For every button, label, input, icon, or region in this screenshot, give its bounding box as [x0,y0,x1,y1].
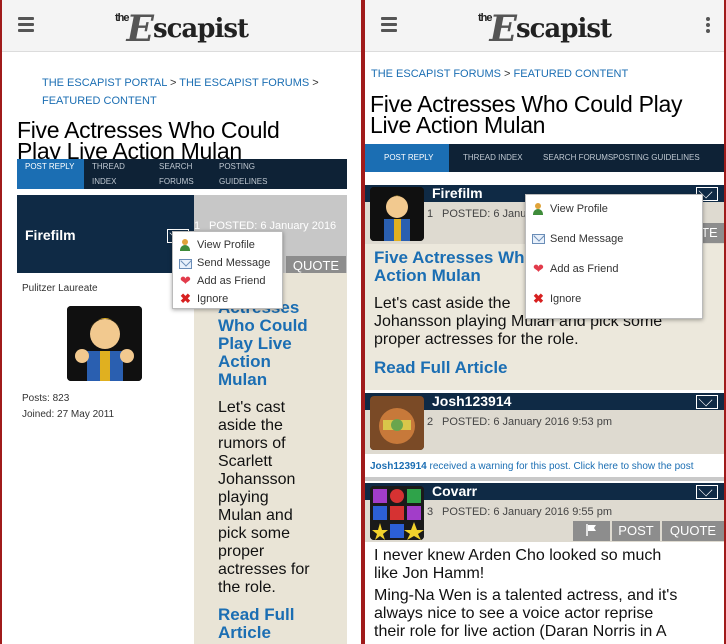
post-divider [365,477,724,481]
top-bar: theEscapist [365,0,724,52]
breadcrumb: THE ESCAPIST FORUMS > FEATURED CONTENT [371,68,629,80]
user-post-count: Posts: 823 [22,393,70,404]
thread-tabs: POST REPLY THREAD INDEX SEARCH FORUMS POST… [17,159,347,189]
breadcrumb: THE ESCAPIST PORTAL > THE ESCAPIST FORUM… [42,77,319,107]
tab-search-forums[interactable]: SEARCH FORUMS [531,144,613,172]
post-text: Let's cast aside the rumors of Scarlett Joha… [218,399,310,596]
profile-icon [179,239,192,251]
ignore-x-icon: ✖ [180,291,191,306]
tab-thread-index[interactable]: THREAD INDEX [84,159,151,189]
profile-icon [532,203,545,215]
article-title[interactable]: ActressesWho CouldPlay LiveActionMulan [218,299,308,389]
post-3-number: 3 [427,506,434,518]
left-screen: theEscapist THE ESCAPIST PORTAL > THE ES… [2,0,361,644]
breadcrumb-forums[interactable]: THE ESCAPIST FORUMS [371,68,501,80]
ignore-x-icon: ✖ [533,291,544,306]
post-2-avatar[interactable] [370,396,424,450]
post-3-date: POSTED: 6 January 2016 9:55 pm [442,506,612,518]
menu-view-profile[interactable]: View Profile [532,203,696,233]
tab-posting-guidelines[interactable]: POSTING GUIDELINES [211,159,291,189]
post-body: ActressesWho CouldPlay LiveActionMulan L… [194,273,347,644]
breadcrumb-featured[interactable]: FEATURED CONTENT [42,95,157,107]
site-logo[interactable]: theEscapist [2,8,361,50]
read-full-article-link[interactable]: Read Full Article [374,359,508,377]
user-info-column: Pulitzer Laureate Posts: 823 Joined: 27 … [17,273,194,644]
breadcrumb-forums[interactable]: THE ESCAPIST FORUMS [179,77,309,89]
post-author-bar: Firefilm [17,195,194,273]
post-1-article-title[interactable]: Five Actresses Wh Action Mulan [374,249,525,285]
menu-send-message[interactable]: Send Message [179,254,276,272]
post-2-date: POSTED: 6 January 2016 9:53 pm [442,416,612,428]
more-options-icon[interactable] [706,17,710,35]
menu-ignore[interactable]: ✖ Ignore [179,290,276,308]
site-logo[interactable]: theEscapist [365,8,724,50]
post-1-author[interactable]: Firefilm [432,185,483,201]
tab-posting-guidelines[interactable]: POSTING GUIDELINES [607,144,724,172]
mail-icon [532,234,545,244]
mail-icon [179,258,192,269]
top-bar: theEscapist [2,0,361,52]
tab-post-reply[interactable]: POST REPLY [17,159,84,189]
post-1-number: 1 [427,208,434,220]
envelope-icon[interactable] [696,485,718,499]
user-rank: Pulitzer Laureate [22,283,98,294]
post-button[interactable]: POST [612,521,660,541]
page-title: Five Actresses Who Could Play Live Action… [17,117,280,164]
user-popup-menu: View Profile Send Message ❤ Add as Friend… [525,194,703,319]
thread-tabs: POST REPLY THREAD INDEX SEARCH FORUMS PO… [365,144,724,172]
post-1-avatar[interactable] [370,187,424,241]
post-3-avatar[interactable] [370,486,424,540]
right-screen: theEscapist THE ESCAPIST FORUMS > FEATUR… [365,0,724,644]
quote-button[interactable]: QUOTE [662,521,724,541]
menu-send-message[interactable]: Send Message [532,233,696,263]
tab-search-forums[interactable]: SEARCH FORUMS [151,159,211,189]
post-2-number: 2 [427,416,434,428]
tab-thread-index[interactable]: THREAD INDEX [449,144,531,172]
post-author[interactable]: Firefilm [25,227,76,243]
post-2-author[interactable]: Josh123914 [432,393,511,409]
user-join-date: Joined: 27 May 2011 [22,409,115,420]
heart-icon: ❤ [180,273,191,288]
user-avatar[interactable] [67,306,142,381]
flag-icon [585,524,596,536]
read-full-article-link[interactable]: Read Full Article [218,606,295,642]
tab-post-reply[interactable]: POST REPLY [365,144,449,172]
menu-view-profile[interactable]: View Profile [179,236,276,254]
menu-ignore[interactable]: ✖ Ignore [532,291,696,313]
flag-button[interactable] [573,521,610,541]
breadcrumb-portal[interactable]: THE ESCAPIST PORTAL [42,77,167,89]
envelope-icon[interactable] [696,395,718,409]
user-popup-menu: View Profile Send Message ❤ Add as Friend… [172,231,283,309]
breadcrumb-featured[interactable]: FEATURED CONTENT [514,68,629,80]
post-1-date: POSTED: 6 Janua [442,208,533,220]
post-2-warning[interactable]: Josh123914 received a warning for this p… [370,461,694,472]
page-title: Five Actresses Who Could Play Live Action… [370,91,683,138]
post-3-author[interactable]: Covarr [432,483,477,499]
menu-add-friend[interactable]: ❤ Add as Friend [179,272,276,290]
post-3-text: I never knew Arden Cho looked so much lik… [374,547,678,640]
heart-icon: ❤ [533,261,544,276]
menu-add-friend[interactable]: ❤ Add as Friend [532,261,696,293]
